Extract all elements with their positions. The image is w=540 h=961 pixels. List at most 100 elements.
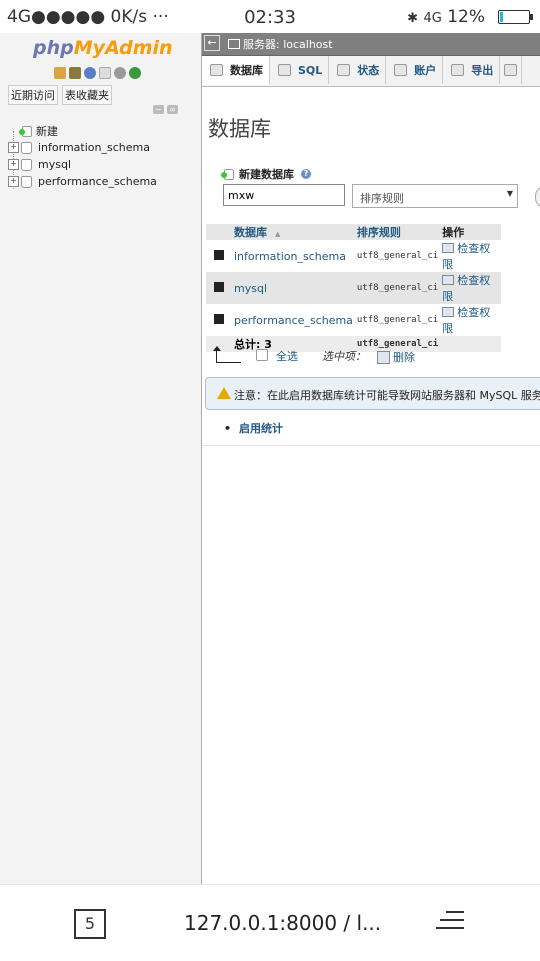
tree-item-mysql[interactable]: + mysql [8,156,157,173]
header-collation[interactable]: 排序规则 [354,224,441,240]
row-checkbox-cell [206,304,232,336]
new-database-icon [221,169,234,180]
collation-cell: utf8_general_ci [354,272,441,304]
tab-databases[interactable]: 数据库 [202,56,270,85]
tab-label: SQL [298,63,323,77]
row-checkbox[interactable] [214,313,224,324]
logout-icon[interactable] [69,67,81,79]
database-link[interactable]: performance_schema [232,304,355,336]
accounts-icon [394,64,408,76]
tab-more[interactable] [500,56,523,84]
row-checkbox[interactable] [214,249,224,260]
main-content: ← 服务器: localhost 数据库 SQL 状态 账户 导出 数据库 新建… [202,33,540,884]
nav-links: 近期访问 表收藏夹 [8,85,112,105]
phpmyadmin-logo[interactable]: phpMyAdmin [33,37,173,59]
row-checkbox-cell [206,240,232,272]
collation-select[interactable]: 排序规则 ▼ [352,184,518,208]
row-checkbox-cell [206,272,232,304]
back-arrow-icon[interactable]: ← [204,35,220,51]
privileges-icon [442,275,455,285]
server-breadcrumb-bar: ← 服务器: localhost [202,33,540,56]
row-checkbox[interactable] [214,281,224,292]
delete-icon[interactable] [377,351,390,364]
tree-item-performance-schema[interactable]: + performance_schema [8,173,157,190]
tree-item-information-schema[interactable]: + information_schema [8,139,157,156]
database-tree: 新建 + information_schema + mysql + perfor… [8,122,157,190]
status-icon [337,64,351,76]
logo-myadmin: MyAdmin [73,37,173,59]
page-title: 数据库 [208,117,271,141]
help-icon[interactable]: ? [301,169,311,179]
delete-button[interactable]: 删除 [393,349,415,365]
table-header-row: 数据库 ▲ 排序规则 操作 [206,224,501,240]
tab-label: 导出 [471,64,494,77]
expand-icon[interactable]: + [8,159,19,170]
database-icon [210,64,223,76]
top-tabs: 数据库 SQL 状态 账户 导出 [202,56,540,87]
header-checkbox-cell [206,224,232,240]
server-label-text: 服务器: localhost [243,38,333,51]
home-icon[interactable] [54,67,66,79]
nav-icon-row [54,67,141,79]
database-link[interactable]: mysql [232,272,355,304]
settings-icon[interactable] [114,67,126,79]
reload-icon[interactable] [129,67,141,79]
create-database-text: 新建数据库 [239,168,294,181]
recent-tables-button[interactable]: 近期访问 [8,85,58,105]
import-icon [504,64,518,76]
arrow-up-icon [213,346,241,363]
battery-tip [530,14,533,20]
collation-cell: utf8_general_ci [354,304,441,336]
favorite-tables-button[interactable]: 表收藏夹 [62,85,112,105]
tree-item-label: information_schema [38,141,150,154]
database-icon [21,141,32,154]
notice-text: 注意：在此启用数据库统计可能导致网站服务器和 MySQL 服务器 [234,389,540,402]
battery-percent-text: 12% [447,7,485,27]
database-icon [21,158,32,171]
header-label: 数据库 [234,226,267,239]
create-database-label: 新建数据库 ? [221,166,311,182]
warning-icon [217,387,231,399]
address-bar[interactable]: 127.0.0.1:8000 / l... [184,911,381,935]
help-icon[interactable] [84,67,96,79]
database-name-input[interactable] [223,184,345,206]
tab-sql[interactable]: SQL [270,56,330,84]
tab-accounts[interactable]: 账户 [386,56,444,84]
header-database[interactable]: 数据库 ▲ [232,224,355,240]
tree-item-label: performance_schema [38,175,157,188]
tabs-button[interactable]: 5 [74,909,106,939]
table-row: mysql utf8_general_ci 检查权限 [206,272,501,304]
check-all-checkbox[interactable] [256,349,268,361]
signal-label: 4G [423,11,442,26]
bluetooth-icon: ✱ [407,11,419,26]
battery-percent: ✱ 4G 12% [407,7,485,27]
database-link[interactable]: information_schema [232,240,355,272]
check-privileges-link[interactable]: 检查权限 [440,240,501,272]
logo-php: php [33,37,74,59]
tab-label: 账户 [414,64,437,77]
sort-asc-icon: ▲ [275,230,281,238]
check-privileges-link[interactable]: 检查权限 [440,304,501,336]
expand-icon[interactable]: + [8,176,19,187]
docs-icon[interactable] [99,67,111,79]
enable-statistics-link[interactable]: 启用统计 [224,420,283,436]
table-row: information_schema utf8_general_ci 检查权限 [206,240,501,272]
server-breadcrumb[interactable]: 服务器: localhost [228,36,333,52]
check-privileges-link[interactable]: 检查权限 [440,272,501,304]
tab-export[interactable]: 导出 [443,56,501,84]
new-database-icon [19,125,32,137]
menu-icon[interactable] [434,911,464,937]
check-all-label[interactable]: 全选 [276,348,298,364]
tree-controls: − ∞ [153,105,178,114]
notice-box: 注意：在此启用数据库统计可能导致网站服务器和 MySQL 服务器 [205,377,540,410]
databases-table: 数据库 ▲ 排序规则 操作 information_schema utf8_gen… [206,224,501,352]
link-icon[interactable]: ∞ [167,105,178,114]
navigation-panel: phpMyAdmin 近期访问 表收藏夹 − ∞ 新建 + informatio… [0,33,202,884]
expand-icon[interactable]: + [8,142,19,153]
tab-status[interactable]: 状态 [329,56,387,84]
create-button[interactable] [535,186,540,208]
divider [202,445,540,446]
collapse-all-icon[interactable]: − [153,105,164,114]
battery-icon [498,10,530,24]
tree-item-new[interactable]: 新建 [8,122,157,139]
